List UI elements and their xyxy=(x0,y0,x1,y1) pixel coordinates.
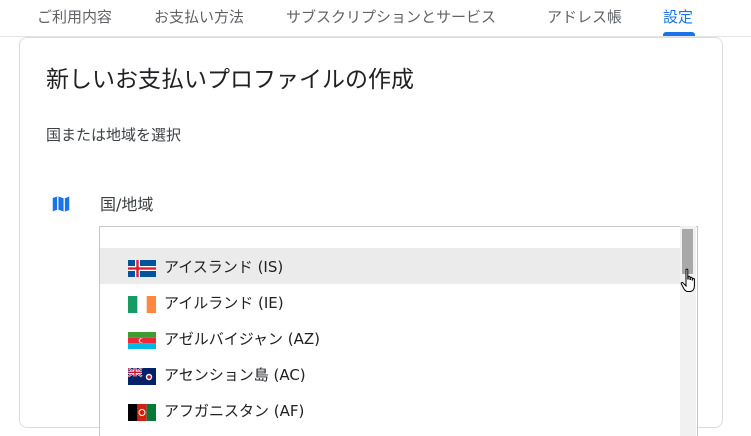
afghanistan-flag-icon xyxy=(128,404,156,421)
ascension-island-flag-icon xyxy=(128,368,156,385)
top-nav-tabs: ご利用内容 お支払い方法 サブスクリプションとサービス アドレス帳 設定 xyxy=(0,0,751,37)
option-label: アイスランド (IS) xyxy=(164,258,284,276)
option-label: アイルランド (IE) xyxy=(164,294,284,312)
iceland-flag-icon xyxy=(128,260,156,277)
option-label: アフガニスタン (AF) xyxy=(164,402,305,420)
dropdown-option-afghanistan[interactable]: アフガニスタン (AF) xyxy=(100,392,680,428)
dropdown-option-iceland[interactable]: アイスランド (IS) xyxy=(100,248,680,284)
section-subtitle: 国または地域を選択 xyxy=(46,126,182,144)
tab-subscriptions-services[interactable]: サブスクリプションとサービス xyxy=(286,7,496,27)
map-icon xyxy=(52,196,70,212)
billing-settings-page: ご利用内容 お支払い方法 サブスクリプションとサービス アドレス帳 設定 新しい… xyxy=(0,0,751,436)
tab-payment-methods[interactable]: お支払い方法 xyxy=(154,7,244,27)
dropdown-option-ascension-island[interactable]: アセンション島 (AC) xyxy=(100,356,680,392)
tab-usage[interactable]: ご利用内容 xyxy=(37,7,112,27)
country-field-label: 国/地域 xyxy=(100,195,154,214)
ireland-flag-icon xyxy=(128,296,156,313)
active-tab-indicator xyxy=(663,32,695,36)
dropdown-option-ireland[interactable]: アイルランド (IE) xyxy=(100,284,680,320)
country-dropdown-list[interactable]: アイスランド (IS) アイルランド (IE) アゼルバイジャン (AZ) アセ… xyxy=(99,226,698,436)
page-title: 新しいお支払いプロファイルの作成 xyxy=(46,67,414,93)
option-label: アセンション島 (AC) xyxy=(164,366,306,384)
option-label: アゼルバイジャン (AZ) xyxy=(164,330,320,348)
dropdown-option-azerbaijan[interactable]: アゼルバイジャン (AZ) xyxy=(100,320,680,356)
hand-cursor-icon xyxy=(680,268,695,292)
azerbaijan-flag-icon xyxy=(128,332,156,349)
tab-settings[interactable]: 設定 xyxy=(663,7,693,27)
tab-address-book[interactable]: アドレス帳 xyxy=(547,7,622,27)
